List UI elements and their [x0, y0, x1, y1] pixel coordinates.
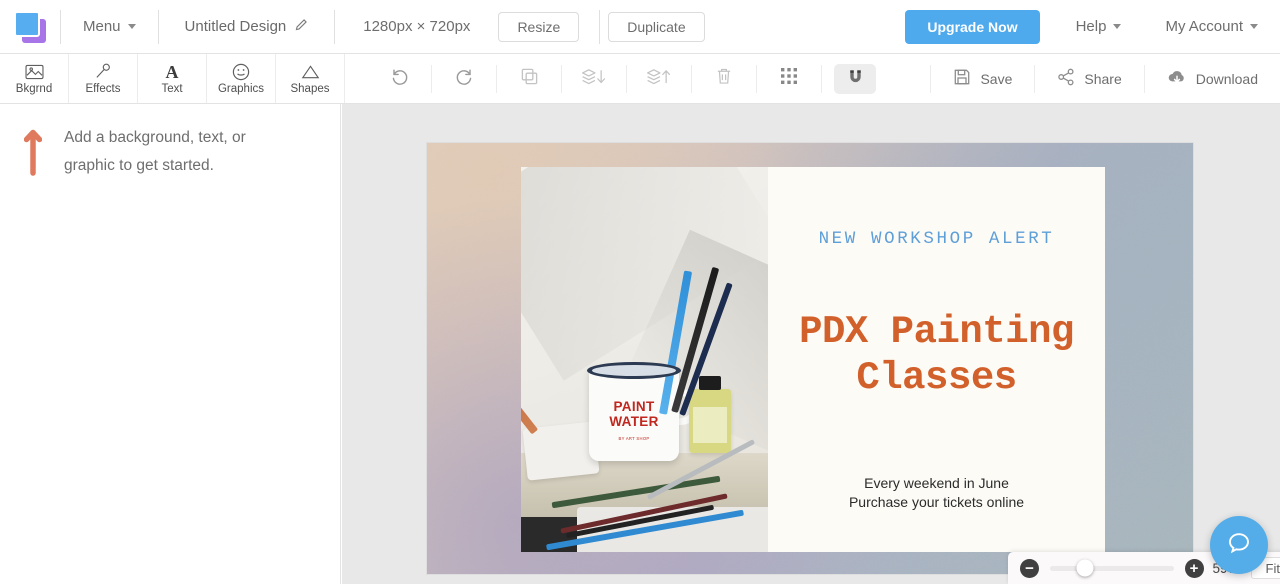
bring-forward-button[interactable] [627, 54, 691, 103]
canvas-dimensions: 1280px × 720px [335, 0, 498, 54]
chevron-down-icon [1113, 24, 1122, 29]
undo-arrow-icon [390, 67, 409, 91]
canvas-action-tools [367, 54, 888, 103]
send-backward-button[interactable] [562, 54, 626, 103]
share-nodes-icon [1057, 68, 1075, 89]
help-chat-button[interactable] [1210, 516, 1268, 574]
poster-sub-line-2: Purchase your tickets online [848, 494, 1025, 510]
element-tools-group: Bkgrnd Effects A Text Graphics Shapes [0, 54, 345, 103]
cloud-download-icon [1167, 68, 1187, 89]
canvas-workspace[interactable]: PAINT WATER BY ART SHOP NEW WORKSHOP ALE… [342, 104, 1280, 584]
text-a-icon: A [165, 61, 179, 82]
editor-toolbar: Bkgrnd Effects A Text Graphics Shapes Sa… [0, 54, 1280, 104]
tool-graphics[interactable]: Graphics [207, 54, 276, 103]
hint-line-2: graphic to get started. [64, 157, 214, 174]
poster-photo[interactable]: PAINT WATER BY ART SHOP [521, 167, 768, 552]
delete-button[interactable] [692, 54, 756, 103]
poster-title[interactable]: PDX Painting Classes [768, 309, 1105, 401]
mug-text-fine: BY ART SHOP [618, 436, 650, 441]
layers-down-icon [581, 67, 608, 91]
trash-icon [715, 67, 733, 91]
tool-effects[interactable]: Effects [69, 54, 138, 103]
empty-state-text: Add a background, text, or graphic to ge… [64, 124, 246, 180]
hint-line-1: Add a background, text, or [64, 129, 246, 146]
tool-effects-label: Effects [85, 83, 121, 95]
empty-state-hint: Add a background, text, or graphic to ge… [0, 104, 340, 180]
save-label: Save [980, 70, 1013, 87]
up-arrow-icon [22, 124, 44, 176]
top-bar: Menu Untitled Design 1280px × 720px Resi… [0, 0, 1280, 54]
image-icon [24, 62, 44, 81]
download-label: Download [1195, 70, 1258, 87]
my-account-label: My Account [1165, 18, 1243, 35]
chat-bubble-icon [1225, 529, 1253, 562]
photo-bottle-cap [699, 376, 721, 390]
photo-bottle-label [693, 407, 727, 443]
zoom-out-button[interactable]: − [1020, 558, 1039, 578]
divider [599, 9, 601, 44]
zoom-in-button[interactable]: + [1184, 558, 1204, 578]
poster-title-line-2: Classes [856, 356, 1017, 400]
share-label: Share [1084, 70, 1122, 87]
zoom-slider[interactable] [1050, 559, 1174, 577]
poster-text-area[interactable]: NEW WORKSHOP ALERT PDX Painting Classes … [768, 167, 1105, 552]
duplicate-layer-button[interactable] [497, 54, 561, 103]
left-sidebar-panel: Add a background, text, or graphic to ge… [0, 104, 341, 584]
duplicate-button[interactable]: Duplicate [608, 11, 705, 42]
design-canvas[interactable]: PAINT WATER BY ART SHOP NEW WORKSHOP ALE… [427, 143, 1193, 574]
logo-square-blue [14, 10, 40, 37]
layers-up-icon [646, 67, 673, 91]
tool-shapes-label: Shapes [290, 83, 330, 95]
design-editor-app: Menu Untitled Design 1280px × 720px Resi… [0, 0, 1280, 584]
upgrade-now-button[interactable]: Upgrade Now [905, 9, 1040, 44]
design-title-label: Untitled Design [184, 18, 287, 35]
tool-shapes[interactable]: Shapes [276, 54, 345, 103]
menu-label: Menu [83, 18, 121, 35]
zoom-slider-handle[interactable] [1076, 559, 1094, 577]
share-button[interactable]: Share [1035, 54, 1143, 103]
tool-text-label: Text [161, 83, 183, 95]
design-title[interactable]: Untitled Design [159, 0, 335, 54]
pencil-edit-icon[interactable] [294, 18, 308, 36]
poster-card[interactable]: PAINT WATER BY ART SHOP NEW WORKSHOP ALE… [521, 167, 1105, 552]
divider [821, 64, 822, 93]
magic-wand-icon [94, 62, 112, 81]
copy-icon [520, 67, 539, 91]
file-actions-group: Save Share Download [930, 54, 1280, 103]
undo-button[interactable] [367, 54, 431, 103]
menu-dropdown[interactable]: Menu [61, 0, 158, 54]
grid-button[interactable] [757, 54, 821, 103]
help-label: Help [1075, 18, 1107, 35]
poster-eyebrow[interactable]: NEW WORKSHOP ALERT [768, 229, 1105, 249]
redo-arrow-icon [455, 67, 474, 91]
snap-to-grid-button[interactable] [834, 63, 876, 94]
chevron-down-icon [1250, 24, 1258, 29]
tool-graphics-label: Graphics [217, 83, 265, 95]
resize-button[interactable]: Resize [498, 11, 580, 42]
tool-bkgrnd[interactable]: Bkgrnd [0, 54, 69, 103]
mug-text-line-1: PAINT [613, 399, 655, 414]
photo-mug-water [592, 365, 676, 376]
poster-title-line-1: PDX Painting [799, 310, 1074, 354]
canvas-dimensions-label: 1280px × 720px [363, 18, 471, 35]
triangle-icon [301, 62, 320, 81]
magnet-icon [847, 68, 864, 90]
photo-mug-text: PAINT WATER BY ART SHOP [589, 399, 679, 446]
tool-bkgrnd-label: Bkgrnd [15, 83, 53, 95]
chevron-down-icon [127, 24, 136, 29]
app-logo[interactable] [0, 0, 60, 54]
grid-dots-icon [780, 67, 798, 90]
save-button[interactable]: Save [931, 54, 1034, 103]
download-button[interactable]: Download [1145, 54, 1280, 103]
smiley-icon [232, 62, 250, 81]
mug-text-line-2: WATER [609, 414, 659, 429]
poster-subtext[interactable]: Every weekend in June Purchase your tick… [768, 474, 1105, 512]
redo-button[interactable] [432, 54, 496, 103]
poster-sub-line-1: Every weekend in June [864, 475, 1009, 491]
tool-text[interactable]: A Text [138, 54, 207, 103]
help-dropdown[interactable]: Help [1054, 0, 1144, 54]
my-account-dropdown[interactable]: My Account [1143, 0, 1280, 54]
floppy-disk-icon [953, 68, 971, 89]
